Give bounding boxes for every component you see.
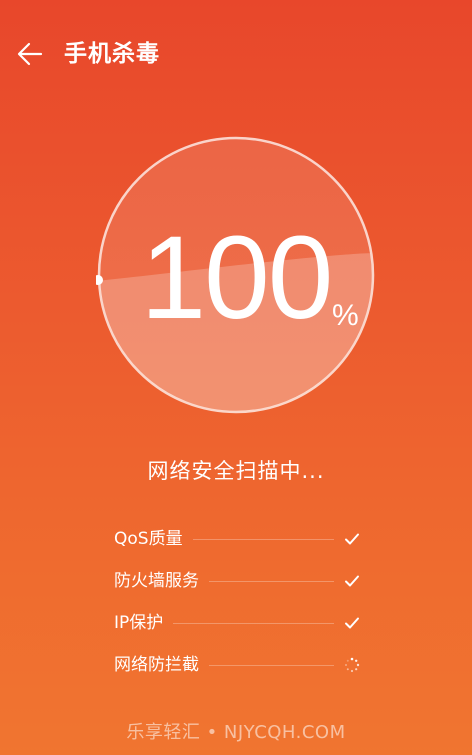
- check-item-label: QoS质量: [114, 529, 183, 549]
- row-divider: [209, 664, 334, 666]
- spinner-icon: [344, 657, 360, 673]
- watermark-text: 乐享轻汇 • NJYCQH.COM: [126, 722, 346, 743]
- check-icon: [344, 573, 360, 589]
- check-item-label: 防火墙服务: [114, 571, 199, 591]
- check-item-firewall: 防火墙服务: [114, 560, 360, 602]
- scan-checklist: QoS质量 防火墙服务 IP保护 网络防拦截: [114, 518, 360, 686]
- check-icon: [344, 531, 360, 547]
- scan-status-text: 网络安全扫描中...: [147, 459, 325, 483]
- back-button[interactable]: [12, 36, 48, 72]
- arrow-left-icon: [17, 42, 43, 66]
- scan-progress-dial: 100 %: [96, 135, 376, 415]
- check-item-label: IP保护: [114, 613, 164, 633]
- check-icon: [344, 615, 360, 631]
- check-item-anti-intercept: 网络防拦截: [114, 644, 360, 686]
- progress-unit: %: [332, 299, 359, 332]
- top-bar: 手机杀毒: [0, 0, 472, 108]
- check-item-label: 网络防拦截: [114, 655, 199, 675]
- row-divider: [173, 622, 334, 624]
- row-divider: [209, 580, 334, 582]
- check-item-ip-protection: IP保护: [114, 602, 360, 644]
- page-title: 手机杀毒: [64, 41, 160, 67]
- row-divider: [192, 538, 334, 540]
- check-item-qos: QoS质量: [114, 518, 360, 560]
